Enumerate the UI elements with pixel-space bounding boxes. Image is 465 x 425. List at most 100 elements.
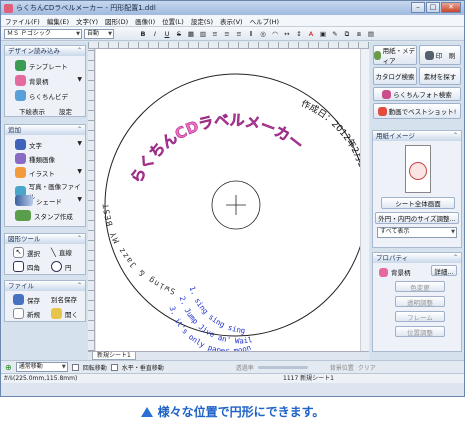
menu-edit[interactable]: 編集(E) [47,16,69,26]
menu-settings[interactable]: 設定(S) [191,16,213,26]
add-sample-image-button[interactable]: 種類画像 [15,153,55,164]
save-as-button[interactable]: 別名保存 [51,294,77,304]
maximize-button[interactable]: □ [426,2,440,13]
disc-preview-icon [409,162,427,180]
text-dropdown-icon[interactable]: ▼ [77,140,82,147]
paper-image-header[interactable]: 用紙イメージ [373,131,461,141]
back-icon[interactable]: ⧈ [354,29,364,39]
add-icon[interactable]: ⊕ [5,363,12,372]
fill-color-icon[interactable]: ▣ [318,29,328,39]
menu-image[interactable]: 画像(I) [135,16,155,26]
color-change-button[interactable]: 色変更 [395,281,445,292]
char-spacing-icon[interactable]: ↔ [282,29,292,39]
property-background[interactable]: 背景柄 [379,267,411,277]
design-canvas[interactable]: らくちんCDラベルメーカー Swing & Jazz MY BEST 作成日：2… [96,49,371,355]
underlay-settings[interactable]: 設定 [59,106,72,116]
video-best-shot-button[interactable]: 動画でベストショット! [373,103,461,119]
line-icon: ╲ [51,247,56,257]
material-search-button[interactable]: 素材を探す [419,67,461,85]
show-all-select[interactable]: すべて表示 [377,227,457,238]
strike-button[interactable]: S [174,29,184,39]
close-button[interactable]: ✕ [441,2,461,13]
move-mode-select[interactable]: 通常移動 [15,362,68,372]
circle-text-icon[interactable]: ◎ [258,29,268,39]
save-icon [13,294,24,305]
background-dropdown-icon[interactable]: ▼ [77,76,82,83]
bottom-toolbar: ⊕ 通常移動 回転移動 水平・垂直移動 透過率 背景位置 クリア [1,360,464,373]
menu-shape[interactable]: 図形(D) [105,16,128,26]
print-button[interactable]: 印 刷 [419,45,461,65]
add-header[interactable]: 追加 [5,125,85,135]
circle-icon [51,261,62,272]
app-icon [4,3,13,13]
menu-view[interactable]: 表示(V) [220,16,243,26]
new-button[interactable]: 新規 [13,308,40,319]
text-color-icon[interactable]: A [306,29,316,39]
rect-tool[interactable]: 四角 [13,261,40,272]
text-icon [15,139,26,150]
shadow-button[interactable]: ▦ [186,29,196,39]
media-button[interactable]: 用紙・メディア [373,45,417,65]
add-illust-button[interactable]: イラスト [15,167,55,178]
font-select[interactable]: ＭＳ Ｐゴシック [4,28,82,39]
shade-dropdown-icon[interactable]: ▼ [77,196,82,203]
right-sidebar: 用紙・メディア 印 刷 カタログ検索 素材を探す らくちんフォト検索 動画でベス… [370,42,464,360]
add-shade-button[interactable]: シェード [15,195,62,206]
select-tool[interactable]: ↖ 選択 [13,247,40,258]
cd-label-svg[interactable]: らくちんCDラベルメーカー Swing & Jazz MY BEST 作成日：2… [96,49,371,355]
align-center-icon[interactable]: ≡ [222,29,232,39]
menu-position[interactable]: 位置(L) [162,16,184,26]
menu-file[interactable]: ファイル(F) [5,16,40,26]
hv-move-checkbox[interactable] [110,363,118,371]
position-adjust-button[interactable]: 位置調整 [395,326,445,337]
sheet-tab[interactable]: 新規シート1 [92,352,136,360]
transparency-slider[interactable] [257,365,308,369]
menu-text[interactable]: 文字(Y) [76,16,98,26]
detail-button[interactable]: 詳細... [431,265,457,276]
menu-help[interactable]: ヘルプ(H) [250,16,279,26]
arc-text-icon[interactable]: ◠ [270,29,280,39]
clear-button[interactable]: クリア [358,363,376,372]
bg-position-button[interactable]: 背景位置 [330,363,354,372]
rakuchin-video-button[interactable]: らくちんビデ [15,90,68,101]
line-spacing-icon[interactable]: ↕ [294,29,304,39]
line-tool[interactable]: ╲ 直線 [51,247,72,258]
frame-button[interactable]: フレーム [395,311,445,322]
size-select[interactable]: 自動 [84,28,114,39]
align-left-icon[interactable]: ≡ [210,29,220,39]
line-color-icon[interactable]: ✎ [330,29,340,39]
paper-image-section: 用紙イメージ シート全体画面 外円・内円のサイズ調整... すべて表示 [372,130,462,248]
stamp-create-button[interactable]: スタンプ作成 [15,210,73,221]
canvas-scrollbar[interactable] [360,49,369,351]
catalog-search-button[interactable]: カタログ検索 [373,67,417,85]
file-header[interactable]: ファイル [5,281,85,291]
add-text-button[interactable]: 文字 [15,139,42,150]
illust-dropdown-icon[interactable]: ▼ [77,168,82,175]
italic-button[interactable]: I [150,29,160,39]
open-button[interactable]: 開く [51,308,78,319]
circle-size-adjust-button[interactable]: 外円・内円のサイズ調整... [375,212,459,224]
template-button[interactable]: テンプレート [15,60,68,71]
paper-preview[interactable] [405,145,431,193]
bold-button[interactable]: B [138,29,148,39]
circle-tool[interactable]: 円 [51,261,72,272]
design-header[interactable]: デザイン読み込み [5,46,85,56]
align-right-icon[interactable]: ≡ [234,29,244,39]
outline-button[interactable]: ▥ [198,29,208,39]
underline-button[interactable]: U [162,29,172,39]
front-icon[interactable]: ⧉ [342,29,352,39]
transparency-adjust-button[interactable]: 透明調整 [395,296,445,307]
background-button[interactable]: 背景柄 [15,75,49,86]
save-button[interactable]: 保存 [13,294,40,305]
group-icon[interactable]: ▤ [366,29,376,39]
full-sheet-view-button[interactable]: シート全体画面 [381,197,455,209]
minimize-button[interactable]: – [411,2,425,13]
window-title: らくちんCDラベルメーカー - 円形配置1.ddl [16,4,156,12]
vertical-text-icon[interactable]: ⫴ [246,29,256,39]
shape-tools-header[interactable]: 図形ツール [5,234,85,244]
underlay-toggle[interactable]: 下絵表示 [19,106,45,116]
template-icon [15,60,26,71]
rotate-move-checkbox[interactable] [71,363,79,371]
photo-search-button[interactable]: らくちんフォト検索 [373,87,461,101]
property-header[interactable]: プロパティ [373,253,461,263]
